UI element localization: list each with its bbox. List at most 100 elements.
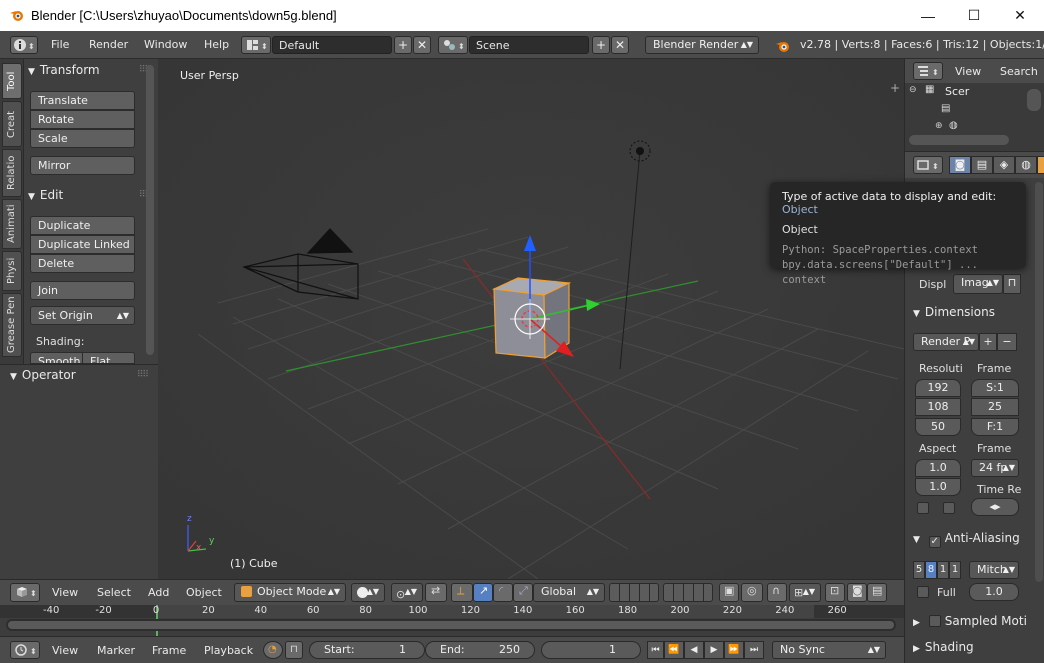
scene-layers-grid-1[interactable] — [609, 583, 659, 602]
close-button[interactable]: ✕ — [997, 0, 1043, 31]
tab-grease-pencil[interactable]: Grease Pen — [2, 293, 22, 357]
current-frame-field[interactable]: 1 — [541, 641, 641, 659]
editor-type-outliner-button[interactable]: ⬍ — [913, 62, 943, 80]
filter-size-field[interactable]: 1.0 — [969, 583, 1019, 601]
render-opengl-button[interactable]: ◙ — [847, 583, 867, 602]
render-preset-dropdown[interactable]: Render P ▲▼ — [913, 333, 979, 351]
tab-physics[interactable]: Physi — [2, 251, 22, 291]
remove-preset-button[interactable]: − — [997, 333, 1017, 351]
antialiasing-panel-header[interactable]: ▼ ✓ Anti-Aliasing — [913, 528, 1039, 548]
menu-marker[interactable]: Marker — [97, 644, 135, 657]
render-animation-button[interactable]: ▤ — [867, 583, 887, 602]
menu-playback[interactable]: Playback — [204, 644, 253, 657]
timeline-area[interactable]: -40 -20 0 20 40 60 80 100 120 140 160 180 200 220 240 2… — [0, 605, 904, 636]
outliner-menu-search[interactable]: Search — [1000, 65, 1038, 78]
3d-viewport[interactable]: User Persp (1) Cube z y x + — [158, 59, 904, 579]
full-sample-checkbox[interactable] — [917, 586, 929, 598]
start-frame-field[interactable]: Start: 1 — [309, 641, 425, 659]
tab-create[interactable]: Creat — [2, 101, 22, 147]
outliner-scrollbar[interactable] — [1027, 89, 1041, 111]
tab-relations[interactable]: Relatio — [2, 149, 22, 197]
flat-button[interactable]: Flat — [82, 352, 135, 364]
sync-mode-dropdown[interactable]: No Sync ▲▼ — [772, 641, 886, 659]
aspect-y-field[interactable]: 1.0 — [915, 478, 961, 496]
transform-panel-header[interactable]: ▼ Transform ⠿⠿ — [28, 60, 154, 80]
transform-orientation-dropdown[interactable]: Global ▲▼ — [533, 583, 605, 602]
play-reverse-icon[interactable]: ◀ — [684, 641, 704, 659]
snap-toggle-button[interactable]: ∩ — [767, 583, 787, 602]
menu-object[interactable]: Object — [186, 586, 222, 599]
scene-context-icon[interactable]: ◈ — [993, 156, 1015, 174]
frame-step-field[interactable]: F:1 — [971, 418, 1019, 436]
resolution-y-field[interactable]: 108 — [915, 398, 961, 416]
menu-window[interactable]: Window — [144, 38, 187, 51]
editor-type-properties-button[interactable]: ⬍ — [913, 156, 943, 174]
border-checkbox[interactable] — [917, 502, 929, 514]
menu-select[interactable]: Select — [97, 586, 131, 599]
viewport-shading-dropdown[interactable]: ▲▼ — [351, 583, 385, 602]
frame-start-field[interactable]: S:1 — [971, 379, 1019, 397]
add-preset-button[interactable]: + — [979, 333, 997, 351]
screen-layout-selector[interactable]: ⬍ — [241, 36, 271, 54]
aa-samples-16-button[interactable]: 1 — [949, 561, 961, 579]
render-context-camera-icon[interactable]: ◙ — [949, 156, 971, 174]
auto-keying-button[interactable]: ◔ — [263, 641, 283, 659]
expand-icon[interactable]: ⊕ — [935, 121, 943, 131]
set-origin-dropdown[interactable]: Set Origin ▲▼ — [30, 306, 135, 325]
region-expand-icon[interactable]: + — [888, 81, 902, 95]
drag-grip-icon[interactable]: ⠿⠿ — [137, 365, 149, 385]
rotate-manipulator-button[interactable]: ◜ — [493, 583, 513, 602]
duplicate-linked-button[interactable]: Duplicate Linked — [30, 235, 135, 254]
mirror-button[interactable]: Mirror — [30, 156, 135, 175]
render-engine-dropdown[interactable]: Blender Render ▲▼ — [645, 36, 759, 54]
pivot-point-dropdown[interactable]: ⊙ ▲▼ — [391, 583, 423, 602]
collapse-icon[interactable]: ⊖ — [909, 85, 917, 95]
editor-type-info-button[interactable]: ⬍ — [10, 36, 38, 54]
editor-type-timeline-button[interactable]: ⬍ — [10, 641, 40, 659]
screen-layout-field[interactable]: Default — [272, 36, 392, 54]
translate-manipulator-button[interactable]: ↗ — [473, 583, 493, 602]
aa-filter-dropdown[interactable]: Mitch ▲▼ — [969, 561, 1019, 579]
add-layout-button[interactable]: + — [394, 36, 412, 54]
aa-samples-5-button[interactable]: 5 — [913, 561, 925, 579]
antialiasing-checkbox[interactable]: ✓ — [928, 536, 941, 548]
minimize-button[interactable]: — — [905, 0, 951, 31]
snap-during-transform-button[interactable]: ⇄ — [425, 583, 447, 602]
menu-file[interactable]: File — [51, 38, 69, 51]
object-context-icon[interactable] — [1037, 156, 1044, 174]
add-scene-button[interactable]: + — [592, 36, 610, 54]
delete-button[interactable]: Delete — [30, 254, 135, 273]
world-context-icon[interactable]: ◍ — [1015, 156, 1037, 174]
menu-view[interactable]: View — [52, 586, 78, 599]
play-icon[interactable]: ▶ — [704, 641, 724, 659]
delete-layout-button[interactable]: ✕ — [413, 36, 431, 54]
timeline-scrollbar-track[interactable] — [6, 619, 896, 631]
aa-samples-8-button[interactable]: 8 — [925, 561, 937, 579]
snap-element-dropdown[interactable]: ⊞ ▲▼ — [789, 583, 821, 602]
frame-end-field[interactable]: 25 — [971, 398, 1019, 416]
smooth-button[interactable]: Smooth — [30, 352, 83, 364]
outliner-h-scrollbar[interactable] — [909, 135, 1009, 145]
proportional-edit-button[interactable]: ◎ — [741, 583, 763, 602]
scale-button[interactable]: Scale — [30, 129, 135, 148]
operator-panel-header[interactable]: ▼ Operator ⠿⠿ — [10, 365, 152, 385]
menu-help[interactable]: Help — [204, 38, 229, 51]
menu-frame[interactable]: Frame — [152, 644, 186, 657]
join-button[interactable]: Join — [30, 281, 135, 300]
editor-type-3dview-button[interactable]: ⬍ — [10, 583, 40, 602]
lock-time-button[interactable]: ⊓ — [285, 641, 303, 659]
properties-scrollbar[interactable] — [1035, 182, 1043, 582]
jump-keyframe-back-icon[interactable]: ⏪ — [664, 641, 684, 659]
outliner-scene-item[interactable]: Scer — [945, 85, 969, 98]
jump-start-icon[interactable]: ⏮ — [647, 641, 664, 659]
scene-layers-grid-2[interactable] — [663, 583, 713, 602]
frame-rate-dropdown[interactable]: 24 fp ▲▼ — [971, 459, 1019, 477]
delete-scene-button[interactable]: ✕ — [611, 36, 629, 54]
scale-manipulator-button[interactable]: ⤢ — [513, 583, 533, 602]
aspect-x-field[interactable]: 1.0 — [915, 459, 961, 477]
render-layers-icon[interactable]: ▤ — [971, 156, 993, 174]
lock-layers-button[interactable]: ▣ — [719, 583, 739, 602]
translate-button[interactable]: Translate — [30, 91, 135, 110]
maximize-button[interactable]: ☐ — [951, 0, 997, 31]
time-remap-field[interactable]: ◂▸ — [971, 498, 1019, 516]
